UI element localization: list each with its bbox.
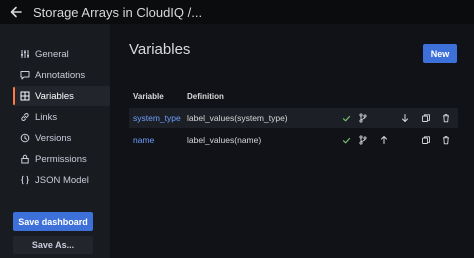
column-header-variable: Variable xyxy=(133,92,164,101)
history-icon xyxy=(19,132,31,144)
sidebar-item-json-model[interactable]: JSON Model xyxy=(13,170,110,190)
sidebar-item-permissions[interactable]: Permissions xyxy=(13,149,110,169)
sidebar-item-label: Variables xyxy=(35,90,74,102)
sidebar-item-general[interactable]: General xyxy=(13,44,110,64)
sliders-icon xyxy=(19,48,31,60)
arrow-down-icon[interactable] xyxy=(399,112,411,124)
sidebar-item-label: JSON Model xyxy=(35,174,89,186)
new-variable-button[interactable]: New xyxy=(423,44,457,63)
duplicate-icon[interactable] xyxy=(420,134,432,146)
sidebar-item-annotations[interactable]: Annotations xyxy=(13,65,110,85)
page-title: Variables xyxy=(129,41,191,58)
code-branch-icon[interactable] xyxy=(357,134,369,146)
variable-name-link[interactable]: name xyxy=(133,135,154,145)
check-icon xyxy=(340,112,352,124)
sidebar-item-links[interactable]: Links xyxy=(13,107,110,127)
variable-definition: label_values(name) xyxy=(187,135,262,145)
sidebar-item-versions[interactable]: Versions xyxy=(13,128,110,148)
comment-icon xyxy=(19,69,31,81)
arrow-left-icon xyxy=(10,6,22,18)
sidebar-item-label: Links xyxy=(35,111,58,123)
top-bar: Storage Arrays in CloudIQ /... xyxy=(0,0,474,24)
trash-icon[interactable] xyxy=(440,134,452,146)
variable-definition: label_values(system_type) xyxy=(187,113,288,123)
sidebar-item-label: Annotations xyxy=(35,69,86,81)
duplicate-icon[interactable] xyxy=(420,112,432,124)
trash-icon[interactable] xyxy=(440,112,452,124)
sidebar-item-variables[interactable]: Variables xyxy=(13,86,110,106)
link-icon xyxy=(19,111,31,123)
sidebar-item-label: Permissions xyxy=(35,153,87,165)
table-row[interactable]: system_type label_values(system_type) xyxy=(129,108,458,128)
code-branch-icon[interactable] xyxy=(357,112,369,124)
variable-name-link[interactable]: system_type xyxy=(133,113,181,123)
column-header-definition: Definition xyxy=(187,92,224,101)
calculator-icon xyxy=(19,90,31,102)
lock-icon xyxy=(19,153,31,165)
sidebar-item-label: General xyxy=(35,48,69,60)
save-as-button[interactable]: Save As... xyxy=(13,236,93,254)
dashboard-title: Storage Arrays in CloudIQ /... xyxy=(33,4,203,20)
settings-sidebar: General Annotations Variables Links Vers… xyxy=(0,24,110,258)
arrow-up-icon[interactable] xyxy=(378,134,390,146)
braces-icon xyxy=(19,174,31,186)
save-dashboard-button[interactable]: Save dashboard xyxy=(13,212,93,231)
sidebar-item-label: Versions xyxy=(35,132,72,144)
back-button[interactable] xyxy=(5,1,27,23)
table-row[interactable]: name label_values(name) xyxy=(129,130,458,150)
check-icon xyxy=(340,134,352,146)
